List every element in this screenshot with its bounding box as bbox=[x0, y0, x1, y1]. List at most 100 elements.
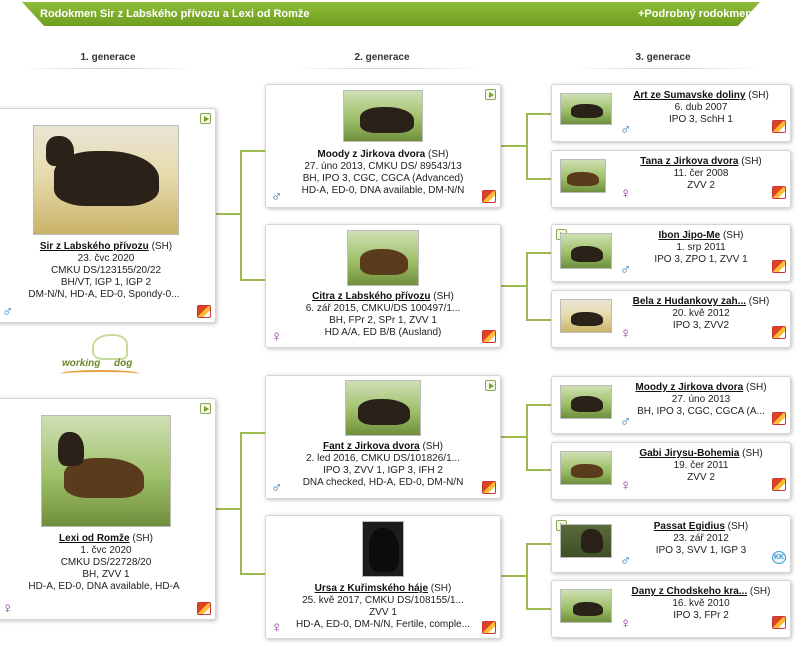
play-video-icon[interactable] bbox=[200, 403, 211, 414]
dog-name-link[interactable]: Tana z Jirkova dvora bbox=[640, 156, 738, 167]
kennel-flag-icon[interactable] bbox=[482, 621, 496, 634]
dog-name-link[interactable]: Dany z Chodskeho kra... bbox=[632, 586, 748, 597]
divider bbox=[290, 68, 480, 69]
breed-code: (SH) bbox=[741, 156, 762, 167]
health: HD-A, ED-0, DM-N/N, Fertile, comple... bbox=[296, 619, 470, 630]
birth-registration: 6. zář 2015, CMKU/DS 100497/1... bbox=[305, 303, 461, 314]
dog-card-gen3[interactable]: Dany z Chodskeho kra... (SH) 16. kvě 201… bbox=[551, 580, 791, 638]
birth-date: 1. čvc 2020 bbox=[80, 545, 132, 556]
dog-photo bbox=[347, 230, 419, 286]
dog-name-link[interactable]: Ursa z Kuřimského háje bbox=[315, 583, 428, 594]
dog-name-link[interactable]: Lexi od Romže bbox=[59, 533, 130, 544]
dog-card-gen3[interactable]: Tana z Jirkova dvora (SH) 11. čer 2008 Z… bbox=[551, 150, 791, 208]
kennel-flag-icon[interactable] bbox=[482, 190, 496, 203]
dog-card-gen3[interactable]: Passat Egidius (SH) 23. zář 2012 IPO 3, … bbox=[551, 515, 791, 573]
dog-name-link[interactable]: Moody z Jirkova dvora bbox=[317, 149, 425, 160]
kennel-flag-icon[interactable] bbox=[772, 616, 786, 629]
registration: CMKU DS/123155/20/22 bbox=[50, 265, 162, 276]
titles: IPO 3, ZPO 1, ZVV 1 bbox=[654, 254, 748, 265]
titles: BH, IPO 3, CGC, CGCA (A... bbox=[637, 406, 765, 417]
kennel-flag-icon[interactable] bbox=[197, 305, 211, 318]
birth-date: 16. kvě 2010 bbox=[672, 598, 730, 609]
birth-registration: 25. kvě 2017, CMKU DS/108155/1... bbox=[302, 595, 464, 606]
dog-card-sire[interactable]: Sir z Labského přívozu (SH) 23. čvc 2020… bbox=[0, 108, 216, 323]
dog-card-gen3[interactable]: Gabi Jirysu-Bohemia (SH) 19. čer 2011 ZV… bbox=[551, 442, 791, 500]
dog-name-link[interactable]: Fant z Jirkova dvora bbox=[323, 441, 420, 452]
titles: IPO 3, ZVV2 bbox=[672, 320, 730, 331]
female-icon: ♀ bbox=[620, 477, 632, 494]
female-icon: ♀ bbox=[620, 185, 632, 202]
breed-code: (SH) bbox=[742, 448, 763, 459]
breed-code: (SH) bbox=[428, 149, 449, 160]
dog-name-link[interactable]: Moody z Jirkova dvora bbox=[635, 382, 743, 393]
divider bbox=[18, 68, 198, 69]
male-icon: ♂ bbox=[271, 188, 283, 205]
dog-card-gen2[interactable]: Ursa z Kuřimského háje (SH) 25. kvě 2017… bbox=[265, 515, 501, 639]
dog-card-gen3[interactable]: Bela z Hudankovy zah... (SH) 20. kvě 201… bbox=[551, 290, 791, 348]
dog-card-gen3[interactable]: Moody z Jirkova dvora (SH) 27. úno 2013 … bbox=[551, 376, 791, 434]
breed-code: (SH) bbox=[748, 296, 770, 307]
titles: IPO 3, SchH 1 bbox=[669, 114, 733, 125]
kennel-flag-icon[interactable] bbox=[197, 602, 211, 615]
birth-date: 20. kvě 2012 bbox=[672, 308, 730, 319]
titles: ZVV 2 bbox=[687, 180, 715, 191]
breed-code: (SH) bbox=[727, 521, 749, 532]
play-video-icon[interactable] bbox=[485, 89, 496, 100]
kk-club-icon[interactable]: KK bbox=[772, 551, 786, 564]
registration: CMKU DS/22728/20 bbox=[60, 557, 152, 568]
birth-date: 27. úno 2013 bbox=[671, 394, 731, 405]
titles: IPO 3, ZVV 1, IGP 3, IFH 2 bbox=[323, 465, 443, 476]
kennel-flag-icon[interactable] bbox=[772, 326, 786, 339]
birth-registration: 2. led 2016, CMKU DS/101826/1... bbox=[306, 453, 460, 464]
dog-card-dam[interactable]: Lexi od Romže (SH) 1. čvc 2020 CMKU DS/2… bbox=[0, 398, 216, 620]
kennel-flag-icon[interactable] bbox=[772, 478, 786, 491]
birth-registration: 27. úno 2013, CMKU DS/ 89543/13 bbox=[304, 161, 462, 172]
titles: BH, FPr 2, SPr 1, ZVV 1 bbox=[329, 315, 437, 326]
breed-code: (SH) bbox=[722, 230, 744, 241]
dog-name-link[interactable]: Ibon Jipo-Me bbox=[658, 230, 720, 241]
kennel-flag-icon[interactable] bbox=[772, 412, 786, 425]
dog-photo bbox=[560, 451, 612, 485]
titles: BH, IPO 3, CGC, CGCA (Advanced) bbox=[302, 173, 464, 184]
dog-card-gen2[interactable]: Citra z Labského přívozu (SH) 6. zář 201… bbox=[265, 224, 501, 348]
dog-photo bbox=[560, 159, 606, 193]
female-icon: ♀ bbox=[620, 615, 632, 632]
dog-card-gen2[interactable]: Moody z Jirkova dvora (SH) 27. úno 2013,… bbox=[265, 84, 501, 208]
titles: ZVV 1 bbox=[369, 607, 397, 618]
dog-photo bbox=[560, 93, 612, 125]
dog-name-link[interactable]: Citra z Labského přívozu bbox=[312, 291, 430, 302]
titles: ZVV 2 bbox=[687, 472, 715, 483]
kennel-flag-icon[interactable] bbox=[772, 186, 786, 199]
dog-card-gen3[interactable]: Art ze Sumavske doliny (SH) 6. dub 2007 … bbox=[551, 84, 791, 142]
male-icon: ♂ bbox=[620, 261, 632, 278]
dog-name-link[interactable]: Gabi Jirysu-Bohemia bbox=[639, 448, 739, 459]
dog-card-gen3[interactable]: Ibon Jipo-Me (SH) 1. srp 2011 IPO 3, ZPO… bbox=[551, 224, 791, 282]
female-icon: ♀ bbox=[2, 600, 14, 617]
pedigree-header: Rodokmen Sir z Labského přívozu a Lexi o… bbox=[22, 2, 760, 26]
health: DM-N/N, HD-A, ED-0, Spondy-0... bbox=[28, 289, 180, 300]
play-video-icon[interactable] bbox=[200, 113, 211, 124]
dog-name-link[interactable]: Art ze Sumavske doliny bbox=[633, 90, 745, 101]
dog-card-gen2[interactable]: Fant z Jirkova dvora (SH) 2. led 2016, C… bbox=[265, 375, 501, 499]
female-icon: ♀ bbox=[620, 325, 632, 342]
dog-photo bbox=[560, 589, 612, 623]
dog-name-link[interactable]: Sir z Labského přívozu bbox=[40, 241, 149, 252]
kennel-flag-icon[interactable] bbox=[482, 481, 496, 494]
male-icon: ♂ bbox=[2, 303, 14, 320]
breed-code: (SH) bbox=[748, 90, 769, 101]
dog-name-link[interactable]: Passat Egidius bbox=[654, 521, 725, 532]
dog-photo bbox=[362, 521, 404, 577]
generation-2-heading: 2. generace bbox=[354, 52, 410, 63]
titles: IPO 3, FPr 2 bbox=[673, 610, 729, 621]
male-icon: ♂ bbox=[271, 479, 283, 496]
play-video-icon[interactable] bbox=[485, 380, 496, 391]
breed-code: (SH) bbox=[430, 583, 452, 594]
kennel-flag-icon[interactable] bbox=[772, 260, 786, 273]
detailed-pedigree-link[interactable]: +Podrobný rodokmen bbox=[638, 8, 752, 20]
kennel-flag-icon[interactable] bbox=[482, 330, 496, 343]
dog-name-link[interactable]: Bela z Hudankovy zah... bbox=[633, 296, 746, 307]
health: HD-A, ED-0, DNA available, HD-A bbox=[28, 581, 180, 592]
kennel-flag-icon[interactable] bbox=[772, 120, 786, 133]
dog-photo bbox=[560, 385, 612, 419]
breed-code: (SH) bbox=[151, 241, 173, 252]
